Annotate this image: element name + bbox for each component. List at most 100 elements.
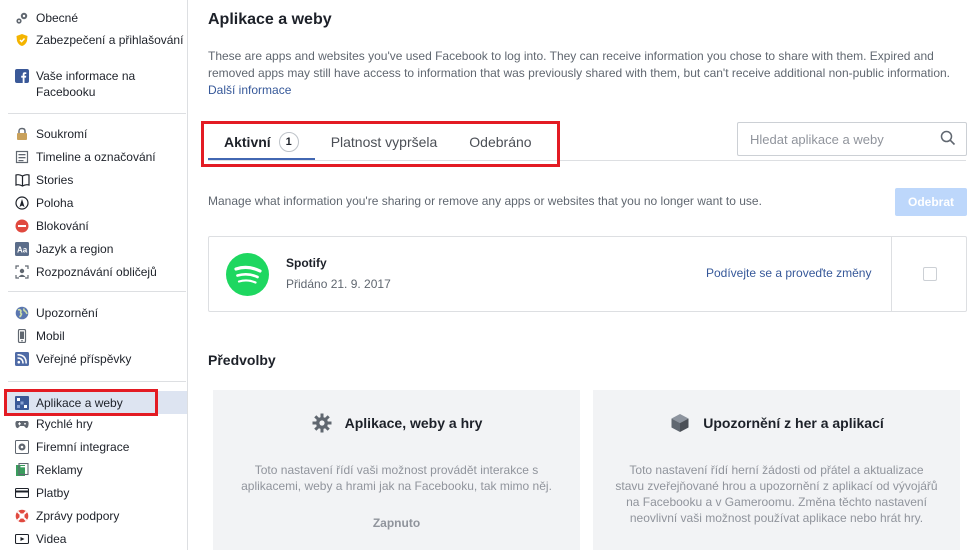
shield-icon: [14, 32, 30, 48]
sidebar-item-face-recognition[interactable]: Rozpoznávání obličejů: [0, 264, 187, 287]
sidebar-item-label: Jazyk a region: [36, 242, 114, 256]
block-icon: [14, 218, 30, 234]
facebook-icon: [14, 68, 30, 84]
sidebar-item-public-posts[interactable]: Veřejné příspěvky: [0, 351, 187, 374]
preference-status: Zapnuto: [372, 516, 421, 530]
sidebar-item-support-inbox[interactable]: Zprávy podpory: [0, 506, 187, 529]
apps-icon: [14, 395, 30, 411]
sidebar-item-label: Stories: [36, 173, 74, 187]
tab-removed[interactable]: Odebráno: [453, 123, 547, 161]
sidebar-item-label: Rychlé hry: [36, 417, 93, 431]
main-content: Aplikace a weby These are apps and websi…: [188, 0, 980, 550]
sidebar-item-label: Platby: [36, 486, 70, 500]
lifebuoy-icon: [14, 508, 30, 524]
sidebar-item-label: Blokování: [36, 219, 89, 233]
preference-description: Toto nastavení řídí vaši možnost provádě…: [241, 463, 552, 493]
sidebar-item-label: Firemní integrace: [36, 440, 130, 454]
preference-heading: Upozornění z her a aplikací: [593, 412, 960, 434]
sidebar-item-language[interactable]: Aa Jazyk a region: [0, 241, 187, 264]
remove-button[interactable]: Odebrat: [895, 188, 967, 216]
settings-sidebar: Obecné Zabezpečení a přihlašování Vaše i…: [0, 0, 188, 550]
spotify-icon: [226, 253, 269, 296]
app-select-checkbox[interactable]: [923, 267, 937, 281]
app-row-divider: [891, 237, 892, 311]
cube-icon: [669, 412, 691, 434]
intro-description: These are apps and websites you've used …: [208, 49, 950, 80]
sidebar-divider: [8, 381, 186, 382]
sidebar-item-instant-games[interactable]: Rychlé hry: [0, 414, 187, 437]
sidebar-item-label: Upozornění: [36, 306, 99, 320]
gears-icon: [14, 10, 30, 26]
sidebar-item-apps-websites[interactable]: Aplikace a weby: [4, 391, 187, 414]
location-icon: [14, 195, 30, 211]
app-name: Spotify: [286, 256, 327, 270]
search-box: [737, 122, 967, 156]
gear-icon: [14, 439, 30, 455]
sidebar-item-security[interactable]: Zabezpečení a přihlašování: [0, 32, 187, 68]
sidebar-item-label: Zprávy podpory: [36, 509, 120, 523]
search-icon[interactable]: [940, 130, 956, 149]
language-icon: Aa: [14, 241, 30, 257]
tab-active[interactable]: Aktivní 1: [208, 123, 315, 161]
intro-text: These are apps and websites you've used …: [208, 48, 958, 99]
preference-card-apps[interactable]: Aplikace, weby a hry Toto nastavení řídí…: [213, 390, 580, 550]
sidebar-item-label: Vaše informace na Facebooku: [36, 69, 136, 99]
phone-icon: [14, 328, 30, 344]
tab-bar: Aktivní 1 Platnost vypršela Odebráno: [208, 123, 548, 161]
preference-title: Aplikace, weby a hry: [344, 415, 483, 431]
gear-icon: [311, 412, 333, 434]
preference-card-notifications[interactable]: Upozornění z her a aplikací Toto nastave…: [593, 390, 960, 550]
tab-label: Platnost vypršela: [330, 134, 438, 150]
sidebar-item-label: Timeline a označování: [36, 150, 156, 164]
sidebar-item-label: Videa: [36, 532, 67, 546]
sidebar-item-blocking[interactable]: Blokování: [0, 218, 187, 241]
sidebar-item-location[interactable]: Poloha: [0, 195, 187, 218]
sidebar-item-label: Obecné: [36, 11, 79, 25]
sidebar-item-label: Soukromí: [36, 127, 88, 141]
sidebar-item-ads[interactable]: Reklamy: [0, 460, 187, 483]
sidebar-item-privacy[interactable]: Soukromí: [0, 126, 187, 149]
sidebar-item-mobile[interactable]: Mobil: [0, 328, 187, 351]
svg-text:Aa: Aa: [17, 246, 28, 255]
count-badge: 1: [278, 132, 299, 152]
tab-expired[interactable]: Platnost vypršela: [315, 123, 454, 161]
card-icon: [14, 485, 30, 501]
rss-icon: [14, 351, 30, 367]
tab-label: Odebráno: [469, 134, 532, 150]
sidebar-item-label: Zabezpečení a přihlašování: [36, 33, 184, 47]
lock-icon: [14, 126, 30, 142]
sidebar-item-label: Mobil: [36, 329, 65, 343]
ads-icon: [14, 462, 30, 478]
page-title: Aplikace a weby: [208, 11, 332, 28]
sidebar-item-label: Aplikace a weby: [36, 396, 123, 410]
sidebar-item-label: Reklamy: [36, 463, 83, 477]
sidebar-divider: [8, 113, 186, 114]
preference-description: Toto nastavení řídí herní žádosti od přá…: [615, 463, 938, 525]
sidebar-item-label: Rozpoznávání obličejů: [36, 265, 157, 279]
sidebar-item-business-integrations[interactable]: Firemní integrace: [0, 437, 187, 460]
sidebar-item-timeline[interactable]: Timeline a označování: [0, 149, 187, 172]
sidebar-item-general[interactable]: Obecné: [0, 10, 187, 32]
search-input[interactable]: [750, 131, 940, 147]
face-icon: [14, 264, 30, 280]
app-row: Spotify Přidáno 21. 9. 2017 Podívejte se…: [208, 236, 967, 312]
globe-icon: [14, 305, 30, 321]
tabs-divider: [208, 160, 966, 161]
manage-description: Manage what information you're sharing o…: [208, 194, 762, 208]
sidebar-item-payments[interactable]: Platby: [0, 483, 187, 506]
sidebar-item-videos[interactable]: Videa: [0, 529, 187, 550]
app-added-date: Přidáno 21. 9. 2017: [286, 277, 391, 291]
sidebar-item-label: Veřejné příspěvky: [36, 352, 132, 366]
gamepad-icon: [14, 416, 30, 432]
preferences-title: Předvolby: [208, 352, 276, 368]
sidebar-item-notifications[interactable]: Upozornění: [0, 305, 187, 328]
view-and-edit-link[interactable]: Podívejte se a proveďte změny: [706, 266, 871, 280]
sidebar-item-label: Poloha: [36, 196, 74, 210]
video-icon: [14, 531, 30, 547]
sidebar-divider: [8, 291, 186, 292]
sidebar-item-stories[interactable]: Stories: [0, 172, 187, 195]
tab-label: Aktivní: [224, 134, 271, 150]
preference-heading: Aplikace, weby a hry: [213, 412, 580, 434]
sidebar-item-your-info[interactable]: Vaše informace na Facebooku: [0, 68, 187, 104]
learn-more-link[interactable]: Další informace: [208, 83, 291, 97]
